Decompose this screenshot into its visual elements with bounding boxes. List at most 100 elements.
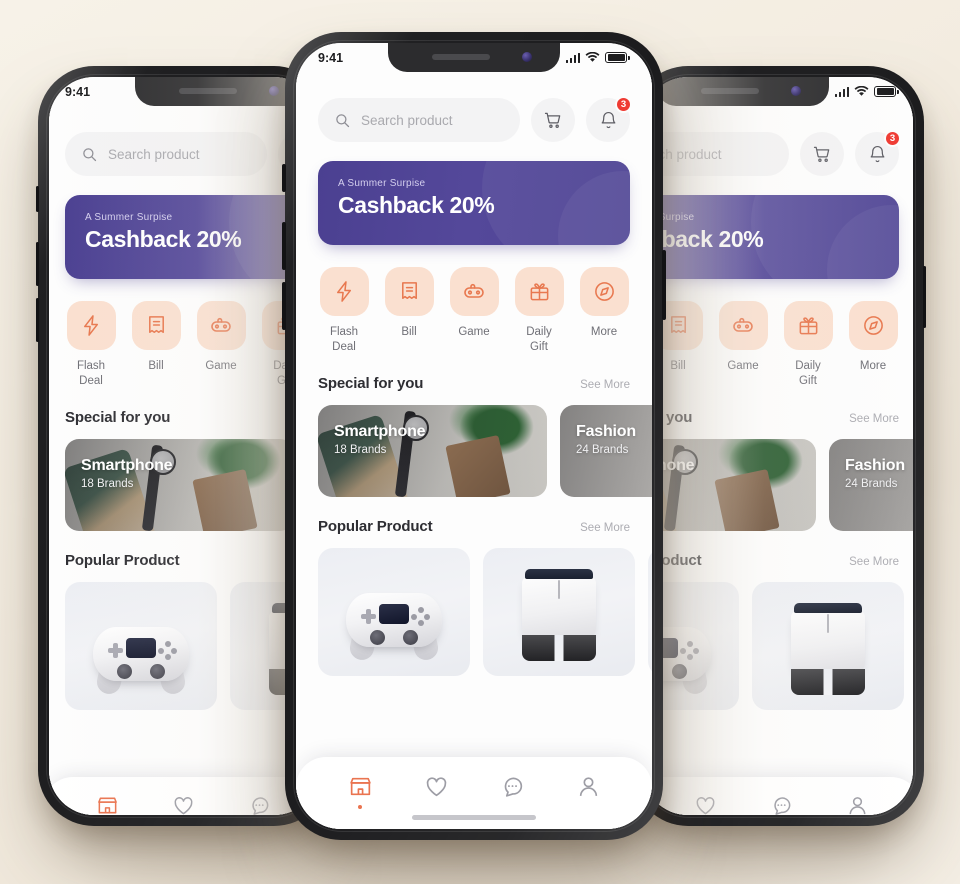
chat-bubble-icon bbox=[773, 797, 790, 815]
see-more-link[interactable]: See More bbox=[580, 522, 630, 534]
shopping-cart-icon bbox=[813, 146, 830, 162]
notification-button[interactable]: 3 bbox=[855, 130, 901, 176]
special-card-list[interactable]: Smartphone 18 Brands Fashion24 Brands bbox=[296, 392, 652, 498]
status-time: 9:41 bbox=[65, 84, 91, 99]
gamepad-icon bbox=[196, 301, 246, 350]
popular-product-list[interactable] bbox=[49, 569, 319, 711]
tab-favorites[interactable] bbox=[682, 794, 728, 815]
search-input[interactable]: Search product bbox=[643, 132, 789, 176]
category-label: Game bbox=[205, 360, 237, 372]
volume-up-button bbox=[36, 242, 39, 286]
notch bbox=[657, 77, 829, 106]
bell-icon bbox=[870, 145, 884, 162]
special-card-name: Fashion bbox=[845, 457, 905, 475]
product-card[interactable] bbox=[752, 582, 904, 711]
special-card-brands: 24 Brands bbox=[845, 478, 898, 491]
product-card[interactable] bbox=[648, 548, 652, 677]
search-icon bbox=[83, 147, 97, 161]
category-game[interactable]: Game bbox=[448, 267, 500, 354]
product-card[interactable] bbox=[483, 548, 635, 677]
category-bill[interactable]: Bill bbox=[383, 267, 435, 354]
top-bar: Search product 3 bbox=[49, 106, 319, 176]
gamepad-icon bbox=[449, 267, 499, 316]
category-label: Bill bbox=[148, 360, 164, 372]
banner-subtitle: A Summer Surpise bbox=[643, 212, 695, 223]
tab-home[interactable] bbox=[84, 794, 130, 815]
see-more-link[interactable]: See More bbox=[849, 556, 899, 568]
category-more[interactable]: More bbox=[578, 267, 630, 354]
tab-profile[interactable] bbox=[565, 774, 611, 799]
category-flash-deal[interactable]: Flash Deal bbox=[318, 267, 370, 354]
special-card-name: Smartphone bbox=[334, 423, 426, 441]
special-card-list[interactable]: Smartphone18 Brands Fashion 24 Brands bbox=[643, 426, 913, 532]
white-black-shorts-photo bbox=[522, 568, 596, 661]
special-section-header: Special for you See More bbox=[296, 354, 652, 392]
tab-favorites[interactable] bbox=[160, 794, 206, 815]
special-card[interactable]: Fashion 24 Brands bbox=[829, 439, 913, 532]
phone-screen-right: 9:41 Search product bbox=[643, 77, 913, 815]
compass-icon bbox=[848, 301, 898, 350]
earpiece-speaker bbox=[701, 88, 759, 94]
phone-mockup-center: 9:41 Search product 3 A Summer Surpise C… bbox=[282, 32, 666, 840]
tab-profile[interactable] bbox=[834, 794, 880, 815]
promo-banner[interactable]: A Summer Surpise Cashback 20% bbox=[643, 195, 899, 279]
promo-banner[interactable]: A Summer Surpise Cashback 20% bbox=[65, 195, 319, 279]
volume-down-button bbox=[282, 282, 286, 330]
see-more-link[interactable]: See More bbox=[849, 413, 899, 425]
category-label: Flash Deal bbox=[329, 326, 359, 353]
category-row: FlashDeal Bill Game DailyGift bbox=[643, 279, 913, 388]
promo-banner[interactable]: A Summer Surpise Cashback 20% bbox=[318, 161, 630, 245]
banner-subtitle: A Summer Surpise bbox=[338, 178, 426, 189]
product-card[interactable] bbox=[318, 548, 470, 677]
popular-product-list[interactable] bbox=[643, 569, 913, 711]
category-daily-gift[interactable]: DailyGift bbox=[513, 267, 565, 354]
white-game-controller-photo bbox=[346, 593, 442, 663]
app-content-left: Search product 3 A Summer Surpise Cashba… bbox=[49, 106, 319, 815]
popular-product-list[interactable] bbox=[296, 535, 652, 677]
search-input[interactable]: Search product bbox=[65, 132, 267, 176]
category-row: FlashDeal Bill Game DailyGift bbox=[49, 279, 319, 388]
special-card-list[interactable]: Smartphone18 Brands Fashion24 Brands bbox=[49, 426, 319, 532]
white-black-shorts-photo bbox=[791, 602, 865, 695]
battery-full-icon bbox=[874, 86, 899, 97]
special-card[interactable]: Smartphone18 Brands bbox=[643, 439, 816, 532]
notification-button[interactable]: 3 bbox=[586, 96, 632, 142]
app-content-center: Search product 3 A Summer Surpise Cashba… bbox=[296, 72, 652, 829]
heart-icon bbox=[426, 777, 446, 797]
earpiece-speaker bbox=[432, 54, 490, 60]
tab-messages[interactable] bbox=[489, 774, 535, 799]
category-daily-gift[interactable]: DailyGift bbox=[782, 301, 834, 388]
category-row: FlashDeal Bill Game DailyGift bbox=[296, 245, 652, 354]
special-card[interactable]: Smartphone18 Brands bbox=[65, 439, 294, 532]
category-flash-deal[interactable]: Flash Deal bbox=[65, 301, 117, 388]
special-card-brands: 18 Brands bbox=[334, 444, 387, 457]
category-label: Game bbox=[727, 360, 759, 372]
wifi-icon bbox=[854, 86, 869, 96]
status-indicators bbox=[565, 52, 630, 63]
tab-home[interactable] bbox=[337, 774, 383, 809]
section-title: Special for you bbox=[65, 409, 171, 427]
special-card[interactable]: Fashion 24 Brands bbox=[560, 405, 652, 498]
tab-messages[interactable] bbox=[758, 794, 804, 815]
cart-button[interactable] bbox=[531, 98, 575, 142]
category-more[interactable]: More bbox=[847, 301, 899, 388]
tab-messages[interactable] bbox=[236, 794, 282, 815]
see-more-link[interactable]: See More bbox=[580, 379, 630, 391]
active-indicator bbox=[358, 805, 362, 809]
status-time: 9:41 bbox=[318, 50, 344, 65]
special-card[interactable]: Smartphone 18 Brands bbox=[318, 405, 547, 498]
product-card[interactable] bbox=[65, 582, 217, 711]
search-input[interactable]: Search product bbox=[318, 98, 520, 142]
tab-favorites[interactable] bbox=[413, 774, 459, 799]
home-indicator bbox=[412, 815, 536, 820]
special-card-name: Fashion bbox=[576, 423, 636, 441]
shopping-cart-icon bbox=[544, 112, 561, 128]
compass-icon bbox=[579, 267, 629, 316]
category-game[interactable]: Game bbox=[195, 301, 247, 388]
category-game[interactable]: Game bbox=[717, 301, 769, 388]
cart-button[interactable] bbox=[800, 132, 844, 176]
category-bill[interactable]: Bill bbox=[130, 301, 182, 388]
lightning-bolt-icon bbox=[66, 301, 116, 350]
category-label: More bbox=[859, 360, 887, 372]
lightning-bolt-icon bbox=[319, 267, 369, 316]
